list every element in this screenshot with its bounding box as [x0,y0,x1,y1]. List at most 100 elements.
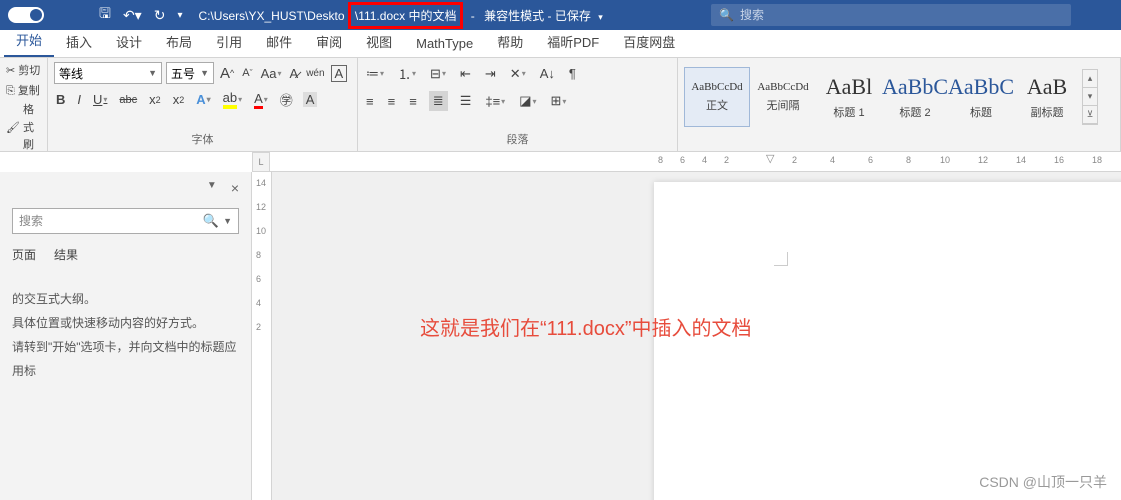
quick-access-toolbar: 🖫 ↶▾ ↻ ▾ [99,3,182,27]
qat-more-icon[interactable]: ▾ [177,10,182,21]
search-icon[interactable]: 🔍 [203,213,219,229]
bold-button[interactable]: B [54,90,67,109]
tab-baidu[interactable]: 百度网盘 [611,26,687,57]
style-title[interactable]: AaBbC标题 [948,67,1014,127]
title-search-input[interactable] [740,8,1063,22]
format-painter-button[interactable]: 🖌格式刷 [6,101,41,156]
autosave-label: 关 [16,9,26,24]
nav-tab-pages[interactable]: 页面 [12,246,36,267]
tab-references[interactable]: 引用 [204,26,254,57]
multilevel-button[interactable]: ⊟▾ [428,64,448,84]
underline-button[interactable]: U▾ [91,90,109,109]
align-left-button[interactable]: ≡ [364,92,376,111]
save-icon[interactable]: 🖫 [99,3,111,27]
highlight-button[interactable]: ab▾ [221,88,244,111]
text-effects-button[interactable]: A▾ [194,90,212,109]
autosave-toggle[interactable]: 关 [8,7,44,23]
chevron-down-icon[interactable]: ▼ [223,216,232,226]
group-clipboard: ✂剪切 ⎘复制 🖌格式刷 [0,58,48,151]
tab-insert[interactable]: 插入 [54,26,104,57]
page[interactable] [654,182,1121,500]
nav-options-button[interactable]: ▼ [207,180,217,191]
watermark: CSDN @山顶一只羊 [979,472,1107,492]
enclose-char-button[interactable]: ㊫ [278,88,295,111]
align-center-button[interactable]: ≡ [386,92,398,111]
increase-indent-button[interactable]: ⇥ [483,64,498,84]
numbering-button[interactable]: ⒈▾ [396,62,418,85]
italic-button[interactable]: I [75,90,83,109]
styles-down-button[interactable]: ▾ [1083,88,1097,106]
align-right-button[interactable]: ≡ [407,92,419,111]
strike-button[interactable]: abc [117,92,139,108]
group-font-label: 字体 [54,131,351,149]
toggle-knob [30,9,42,21]
styles-gallery: ▴ ▾ ⊻ AaBbCcDd正文 AaBbCcDd无间隔 AaBl标题 1 Aa… [684,62,1114,132]
redo-icon[interactable]: ↻ [154,7,166,24]
show-marks-button[interactable]: ¶ [567,64,578,83]
copy-button[interactable]: ⎘复制 [6,82,41,102]
window-title: C:\Users\YX_HUST\Deskto \111.docx 中的文档 -… [198,2,602,29]
font-color-button[interactable]: A▾ [252,89,270,111]
nav-search-input[interactable] [19,214,203,228]
change-case-button[interactable]: Aa▾ [259,64,284,83]
style-subtitle[interactable]: AaB副标题 [1014,67,1080,127]
navigation-pane: × ▼ 🔍 ▼ 页面 结果 的交互式大纲。 具体位置或快速移动内容的好方式。 请… [0,172,252,500]
clear-format-button[interactable]: A̷ [288,64,301,83]
main-area: × ▼ 🔍 ▼ 页面 结果 的交互式大纲。 具体位置或快速移动内容的好方式。 请… [0,172,1121,500]
shading-button[interactable]: ◪▾ [517,91,538,111]
tab-design[interactable]: 设计 [104,26,154,57]
chevron-down-icon: ▼ [148,68,157,78]
tab-review[interactable]: 审阅 [304,26,354,57]
styles-more-button[interactable]: ⊻ [1083,106,1097,124]
tab-mailings[interactable]: 邮件 [254,26,304,57]
style-heading1[interactable]: AaBl标题 1 [816,67,882,127]
document-area[interactable]: 这就是我们在“111.docx”中插入的文档 [272,172,1121,500]
borders-button[interactable]: ⊞▾ [549,91,569,111]
tab-view[interactable]: 视图 [354,26,404,57]
nav-text-line: 的交互式大纲。 [12,287,239,311]
cut-button[interactable]: ✂剪切 [6,62,41,82]
ruler-horizontal[interactable]: 8 6 4 2 ▽ 2 4 6 8 10 12 14 16 18 20 22 2… [270,152,1121,172]
char-shading-button[interactable]: A [303,92,318,107]
subscript-button[interactable]: x2 [147,90,163,109]
asian-layout-button[interactable]: ✕▾ [508,64,528,84]
distribute-button[interactable]: ☰ [458,91,474,111]
ribbon: ✂剪切 ⎘复制 🖌格式刷 等线▼ 五号▼ A^ Aˇ Aa▾ A̷ wén A … [0,58,1121,152]
style-heading2[interactable]: AaBbC标题 2 [882,67,948,127]
justify-button[interactable]: ≣ [429,91,448,111]
style-normal[interactable]: AaBbCcDd正文 [684,67,750,127]
phonetic-button[interactable]: wén [304,66,326,81]
tab-layout[interactable]: 布局 [154,26,204,57]
style-nospacing[interactable]: AaBbCcDd无间隔 [750,67,816,127]
ribbon-tabs: 开始 插入 设计 布局 引用 邮件 审阅 视图 MathType 帮助 福昕PD… [0,30,1121,58]
title-compat: 兼容性模式 [484,9,544,23]
bullets-button[interactable]: ≔▾ [364,64,386,84]
nav-text-line: 具体位置或快速移动内容的好方式。 [12,311,239,335]
styles-up-button[interactable]: ▴ [1083,70,1097,88]
decrease-indent-button[interactable]: ⇤ [458,64,473,84]
shrink-font-button[interactable]: Aˇ [240,65,254,81]
title-saved: 已保存 [555,9,591,23]
undo-icon[interactable]: ↶▾ [123,7,142,24]
group-para-label: 段落 [364,131,671,149]
nav-tab-results[interactable]: 结果 [54,246,78,267]
superscript-button[interactable]: x2 [171,90,187,109]
styles-scroll: ▴ ▾ ⊻ [1082,69,1098,125]
line-spacing-button[interactable]: ‡≡▾ [483,92,507,111]
title-search[interactable]: 🔍 [711,4,1071,26]
font-size-combo[interactable]: 五号▼ [166,62,214,84]
brush-icon: 🖌 [6,120,20,138]
nav-search[interactable]: 🔍 ▼ [12,208,239,234]
ruler-vertical[interactable]: 14 12 10 8 6 4 2 [252,172,272,500]
tab-foxit[interactable]: 福昕PDF [535,26,611,57]
font-name-combo[interactable]: 等线▼ [54,62,162,84]
sort-button[interactable]: A↓ [538,64,557,83]
tab-mathtype[interactable]: MathType [404,30,485,57]
tab-help[interactable]: 帮助 [485,26,535,57]
grow-font-button[interactable]: A^ [218,63,236,84]
nav-close-button[interactable]: × [231,180,239,196]
copy-icon: ⎘ [6,83,15,101]
title-bar: 关 🖫 ↶▾ ↻ ▾ C:\Users\YX_HUST\Deskto \111.… [0,0,1121,30]
char-border-button[interactable]: A [331,65,348,82]
indent-marker-icon[interactable]: ▽ [766,152,774,165]
